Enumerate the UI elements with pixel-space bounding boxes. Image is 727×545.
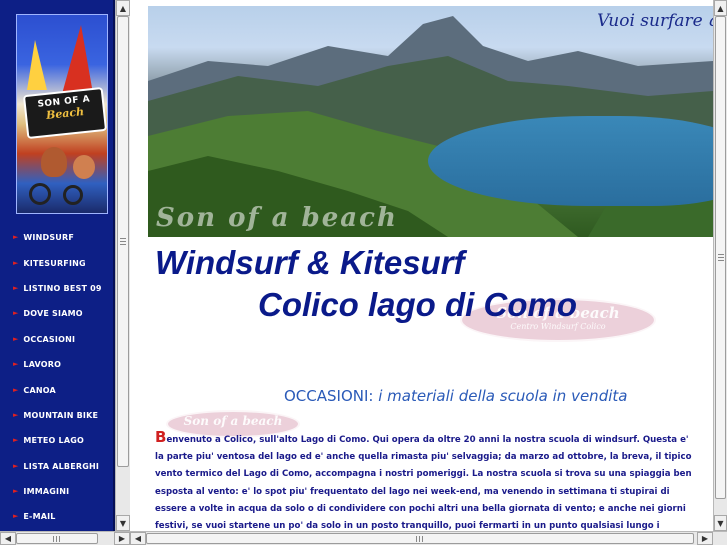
- arrow-right-icon: ►: [13, 410, 19, 419]
- nav-item-kitesurfing[interactable]: ► KITESURFING: [0, 250, 113, 275]
- arrow-right-icon: ▶: [118, 534, 126, 543]
- arrow-left-icon: ◀: [4, 534, 12, 543]
- logo-badge: SON OF A Beach: [22, 86, 107, 140]
- subtitle-prefix: OCCASIONI:: [284, 387, 374, 405]
- arrow-down-icon: ▼: [119, 518, 127, 528]
- nav-item-label: LISTA ALBERGHI: [23, 461, 100, 471]
- nav-item-label: OCCASIONI: [23, 334, 76, 344]
- nav-item-dove-siamo[interactable]: ► DOVE SIAMO: [0, 301, 113, 326]
- scroll-left-button[interactable]: ◀: [0, 532, 16, 545]
- scroll-right-button[interactable]: ▶: [697, 532, 713, 545]
- intro-dropcap: B: [155, 428, 167, 446]
- scroll-down-button[interactable]: ▼: [116, 515, 130, 531]
- scroll-thumb[interactable]: [16, 533, 98, 544]
- arrow-right-icon: ►: [13, 233, 19, 242]
- arrow-right-icon: ►: [13, 487, 19, 496]
- scroll-up-button[interactable]: ▲: [116, 0, 130, 16]
- intro-oval-logo-text: Son of a beach: [183, 414, 283, 428]
- page-title-line1: Windsurf & Kitesurf: [155, 244, 465, 281]
- nav-item-label: LISTINO BEST 09: [23, 283, 102, 293]
- nav-item-lista-alberghi[interactable]: ► LISTA ALBERGHI: [0, 454, 113, 479]
- scroll-down-button[interactable]: ▼: [714, 515, 727, 531]
- bike-wheel: [29, 183, 51, 205]
- occasioni-link[interactable]: OCCASIONI: i materiali della scuola in v…: [284, 387, 627, 405]
- hero-watermark: Son of a beach: [156, 203, 398, 233]
- main-nav-menu: ► WINDSURF ► KITESURFING ► LISTINO BEST 09 …: [0, 225, 113, 530]
- nav-item-immagini[interactable]: ► IMMAGINI: [0, 479, 113, 504]
- scroll-left-button[interactable]: ◀: [130, 532, 146, 545]
- arrow-right-icon: ►: [13, 461, 19, 470]
- nav-item-label: DOVE SIAMO: [23, 309, 83, 319]
- nav-item-listino[interactable]: ► LISTINO BEST 09: [0, 276, 113, 301]
- scroll-thumb[interactable]: [715, 16, 726, 499]
- left-frame-vertical-scrollbar[interactable]: ▲ ▼: [115, 0, 130, 531]
- arrow-right-icon: ►: [13, 309, 19, 318]
- arrow-up-icon: ▲: [717, 3, 724, 13]
- hero-lake-como-photo: Vuoi surfare q Son of a beach: [148, 6, 713, 237]
- scroll-thumb[interactable]: [146, 533, 694, 544]
- arrow-right-icon: ►: [13, 385, 19, 394]
- rider-figure: [41, 147, 67, 177]
- windsurf-sail-yellow: [27, 40, 47, 90]
- left-navigation-panel: SON OF A Beach ► WINDSURF ► KITESURFING ► L…: [0, 0, 115, 531]
- grip-icon: [717, 253, 724, 262]
- left-frame-horizontal-scrollbar[interactable]: ◀ ▶: [0, 531, 130, 545]
- nav-item-lavoro[interactable]: ► LAVORO: [0, 352, 113, 377]
- nav-item-occasioni[interactable]: ► OCCASIONI: [0, 327, 113, 352]
- arrow-right-icon: ►: [13, 334, 19, 343]
- son-of-a-beach-logo[interactable]: SON OF A Beach: [16, 14, 108, 214]
- arrow-left-icon: ◀: [134, 534, 142, 543]
- nav-item-email[interactable]: ► E-MAIL: [0, 504, 113, 529]
- arrow-right-icon: ►: [13, 258, 19, 267]
- nav-item-label: MOUNTAIN BIKE: [23, 410, 99, 420]
- main-content-frame: Vuoi surfare q Son of a beach Son of a b…: [130, 0, 727, 545]
- intro-text: envenuto a Colico, sull'alto Lago di Com…: [155, 435, 692, 531]
- hero-tagline: Vuoi surfare q: [597, 11, 713, 31]
- nav-item-meteo-lago[interactable]: ► METEO LAGO: [0, 428, 113, 453]
- main-frame-horizontal-scrollbar[interactable]: ◀ ▶: [130, 531, 727, 545]
- arrow-right-icon: ►: [13, 436, 19, 445]
- nav-item-label: CANOA: [23, 385, 56, 395]
- nav-item-label: E-MAIL: [23, 512, 56, 522]
- grip-icon: [53, 535, 61, 542]
- grip-icon: [416, 535, 424, 542]
- arrow-right-icon: ►: [13, 512, 19, 521]
- left-navigation-frame: SON OF A Beach ► WINDSURF ► KITESURFING ► L…: [0, 0, 130, 545]
- arrow-right-icon: ▶: [701, 534, 709, 543]
- arrow-right-icon: ►: [13, 360, 19, 369]
- scroll-right-button[interactable]: ▶: [114, 532, 130, 545]
- nav-item-windsurf[interactable]: ► WINDSURF: [0, 225, 113, 250]
- nav-item-label: KITESURFING: [23, 258, 86, 268]
- arrow-right-icon: ►: [13, 283, 19, 292]
- subtitle-text: i materiali della scuola in vendita: [373, 387, 628, 405]
- rider-figure-2: [73, 155, 95, 179]
- grip-icon: [120, 237, 126, 246]
- nav-item-label: WINDSURF: [23, 233, 75, 243]
- nav-item-label: METEO LAGO: [23, 436, 84, 446]
- nav-item-mountain-bike[interactable]: ► MOUNTAIN BIKE: [0, 403, 113, 428]
- arrow-down-icon: ▼: [717, 518, 724, 528]
- nav-item-label: IMMAGINI: [23, 487, 70, 497]
- arrow-up-icon: ▲: [119, 3, 127, 13]
- nav-item-canoa[interactable]: ► CANOA: [0, 377, 113, 402]
- scroll-up-button[interactable]: ▲: [714, 0, 727, 16]
- intro-paragraph: Benvenuto a Colico, sull'alto Lago di Co…: [155, 428, 693, 531]
- scroll-thumb[interactable]: [117, 16, 129, 467]
- main-frame-vertical-scrollbar[interactable]: ▲ ▼: [713, 0, 727, 531]
- bike-wheel-2: [63, 185, 83, 205]
- nav-item-label: LAVORO: [23, 360, 62, 370]
- page-title-line2: Colico lago di Como: [258, 286, 577, 323]
